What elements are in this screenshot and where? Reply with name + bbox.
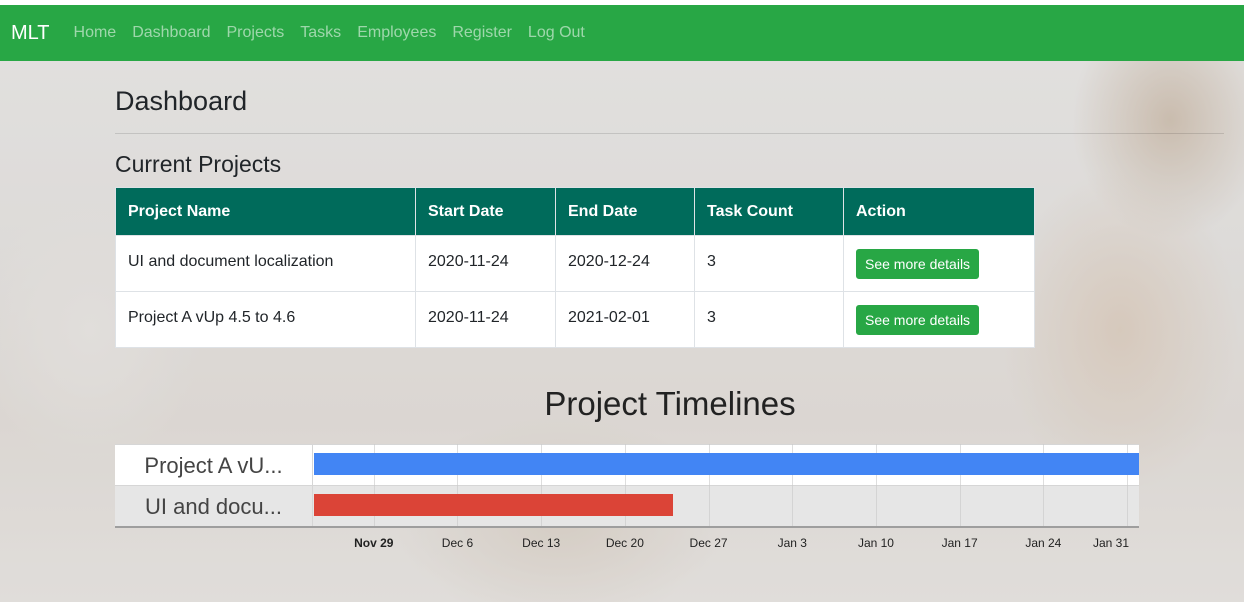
column-header-project-name: Project Name xyxy=(115,187,416,236)
timeline-tick-label: Jan 24 xyxy=(1025,536,1062,550)
column-header-task-count: Task Count xyxy=(694,187,844,236)
nav-link-employees[interactable]: Employees xyxy=(357,24,436,42)
timeline-chart: Project A vU... UI and docu... xyxy=(115,444,1139,528)
column-header-end-date: End Date xyxy=(555,187,695,236)
timeline-row-label: UI and docu... xyxy=(115,486,313,527)
main-content: Dashboard Current Projects Project Name … xyxy=(0,0,1244,602)
page-title: Dashboard xyxy=(115,86,248,116)
timeline-tick-label: Jan 31 xyxy=(1092,536,1130,550)
timeline-tick-label: Dec 6 xyxy=(441,536,474,550)
timeline-bar[interactable] xyxy=(314,453,1139,475)
nav-link-register[interactable]: Register xyxy=(452,24,512,42)
column-header-action: Action xyxy=(843,187,1035,236)
timeline-tick-label: Jan 10 xyxy=(857,536,894,550)
timeline-tick-label: Jan 3 xyxy=(777,536,807,550)
nav-link-tasks[interactable]: Tasks xyxy=(300,24,341,42)
timeline-tick-label: Jan 17 xyxy=(941,536,978,550)
cell-action: See more details xyxy=(843,291,1035,348)
cell-project-name: UI and document localization xyxy=(115,235,416,292)
see-more-details-button[interactable]: See more details xyxy=(856,249,980,279)
cell-start-date: 2020-11-24 xyxy=(415,235,556,292)
nav-link-home[interactable]: Home xyxy=(74,24,117,42)
timeline-row-label: Project A vU... xyxy=(115,445,313,486)
timeline-tick-label: Dec 20 xyxy=(605,536,644,550)
column-header-start-date: Start Date xyxy=(415,187,556,236)
chart-title: Project Timelines xyxy=(544,385,796,422)
title-divider xyxy=(115,133,1224,134)
projects-table: Project Name Start Date End Date Task Co… xyxy=(115,187,1035,348)
timeline-tick-label: Dec 27 xyxy=(689,536,728,550)
section-title: Current Projects xyxy=(115,151,282,177)
cell-end-date: 2020-12-24 xyxy=(555,235,695,292)
table-row: Project A vUp 4.5 to 4.6 2020-11-24 2021… xyxy=(115,291,1035,348)
nav-link-projects[interactable]: Projects xyxy=(226,24,284,42)
cell-action: See more details xyxy=(843,235,1035,292)
table-row: UI and document localization 2020-11-24 … xyxy=(115,235,1035,292)
timeline-tick-label: Nov 29 xyxy=(354,536,394,550)
timeline-axis-line xyxy=(115,526,1139,528)
nav-link-logout[interactable]: Log Out xyxy=(528,24,585,42)
timeline-bar[interactable] xyxy=(314,494,673,516)
navbar: MLT Home Dashboard Projects Tasks Employ… xyxy=(0,5,1244,61)
timeline-tick-label: Dec 13 xyxy=(522,536,561,550)
brand-link[interactable]: MLT xyxy=(11,22,50,45)
see-more-details-button[interactable]: See more details xyxy=(856,305,980,335)
nav-link-dashboard[interactable]: Dashboard xyxy=(132,24,210,42)
cell-task-count: 3 xyxy=(694,235,844,292)
cell-start-date: 2020-11-24 xyxy=(415,291,556,348)
cell-end-date: 2021-02-01 xyxy=(555,291,695,348)
table-header-row: Project Name Start Date End Date Task Co… xyxy=(115,187,1035,236)
cell-project-name: Project A vUp 4.5 to 4.6 xyxy=(115,291,416,348)
cell-task-count: 3 xyxy=(694,291,844,348)
